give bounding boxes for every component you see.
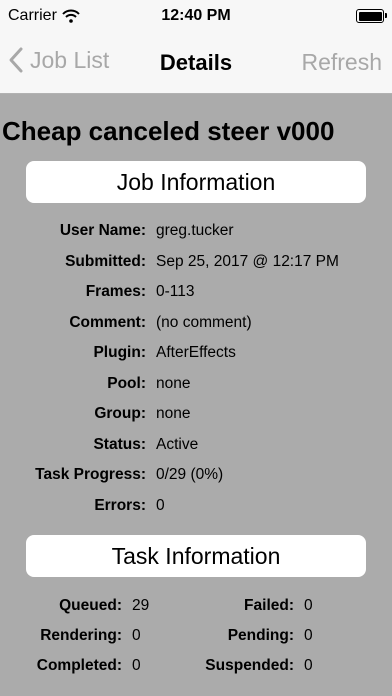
info-value: (no comment) <box>156 314 252 331</box>
task-value: 0 <box>304 597 313 614</box>
info-value: Sep 25, 2017 @ 12:17 PM <box>156 253 339 270</box>
refresh-button[interactable]: Refresh <box>301 49 382 76</box>
status-bar: Carrier 12:40 PM <box>0 0 392 36</box>
back-button-label: Job List <box>30 46 110 73</box>
info-label: Task Progress: <box>35 466 146 483</box>
task-label: Rendering: <box>40 627 122 644</box>
task-label: Suspended: <box>205 657 294 674</box>
info-row-plugin: Plugin: AfterEffects <box>0 344 392 364</box>
info-value: AfterEffects <box>156 344 236 361</box>
info-value: 0-113 <box>156 283 195 300</box>
info-row-errors: Errors: 0 <box>0 497 392 517</box>
task-value: 0 <box>132 627 141 644</box>
task-label: Pending: <box>227 627 294 644</box>
info-label: Pool: <box>107 375 146 392</box>
info-label: Plugin: <box>93 344 146 361</box>
info-label: User Name: <box>59 222 146 239</box>
info-row-task-progress: Task Progress: 0/29 (0%) <box>0 466 392 486</box>
task-value: 29 <box>132 597 150 614</box>
info-row-frames: Frames: 0-113 <box>0 283 392 303</box>
back-button[interactable]: Job List <box>8 46 109 74</box>
job-information-button[interactable]: Job Information <box>26 161 366 203</box>
info-row-submitted: Submitted: Sep 25, 2017 @ 12:17 PM <box>0 253 392 273</box>
task-value: 0 <box>304 627 313 644</box>
chevron-left-icon <box>9 47 23 73</box>
navigation-bar: Job List Details Refresh <box>0 36 392 94</box>
task-label: Completed: <box>36 657 122 674</box>
job-title: Cheap canceled steer v000 <box>2 116 335 146</box>
info-row-pool: Pool: none <box>0 375 392 395</box>
info-value: greg.tucker <box>156 222 234 239</box>
info-value: 0/29 (0%) <box>156 466 224 483</box>
info-label: Frames: <box>85 283 146 300</box>
info-value: 0 <box>156 497 165 514</box>
info-value: none <box>156 375 191 392</box>
status-time: 12:40 PM <box>161 7 231 24</box>
info-label: Submitted: <box>65 253 146 270</box>
task-value: 0 <box>132 657 141 674</box>
task-row-completed-suspended: Completed: 0 Suspended: 0 <box>0 657 392 677</box>
task-label: Failed: <box>244 597 294 614</box>
info-row-group: Group: none <box>0 405 392 425</box>
info-row-user-name: User Name: greg.tucker <box>0 222 392 242</box>
info-value: Active <box>156 436 199 453</box>
info-label: Group: <box>94 405 146 422</box>
battery-icon <box>356 9 387 23</box>
info-label: Errors: <box>94 497 146 514</box>
info-value: none <box>156 405 191 422</box>
task-value: 0 <box>304 657 313 674</box>
task-row-rendering-pending: Rendering: 0 Pending: 0 <box>0 627 392 647</box>
info-label: Status: <box>93 436 146 453</box>
info-row-status: Status: Active <box>0 436 392 456</box>
task-label: Queued: <box>59 597 122 614</box>
task-information-button[interactable]: Task Information <box>26 535 366 577</box>
info-label: Comment: <box>69 314 146 331</box>
info-row-comment: Comment: (no comment) <box>0 314 392 334</box>
task-row-queued-failed: Queued: 29 Failed: 0 <box>0 597 392 617</box>
